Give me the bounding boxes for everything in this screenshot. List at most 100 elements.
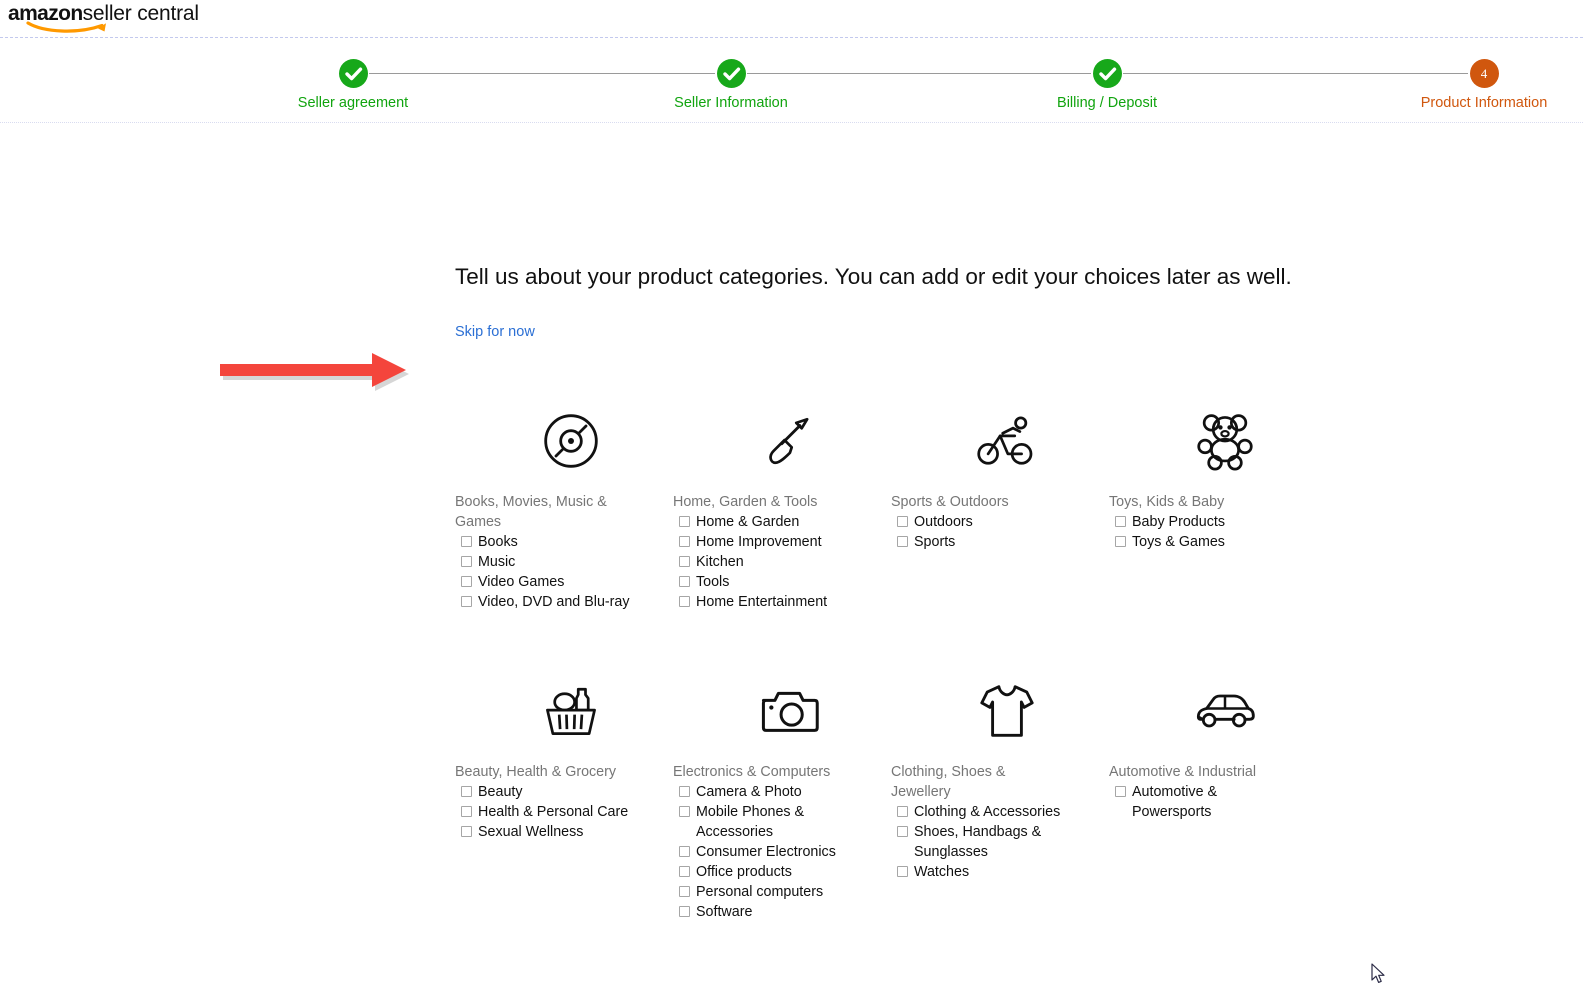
step-label: Product Information: [1369, 95, 1583, 112]
subcategory-label[interactable]: Clothing & Accessories: [914, 802, 1060, 822]
subcategory-checkbox[interactable]: [897, 536, 908, 547]
subcategory-item[interactable]: Tools: [679, 572, 891, 592]
subcategory-label[interactable]: Music: [478, 552, 515, 572]
category-column: Beauty, Health & GroceryBeautyHealth & P…: [455, 675, 673, 842]
subcategory-checkbox[interactable]: [679, 516, 690, 527]
subcategory-label[interactable]: Home & Garden: [696, 512, 799, 532]
subcategory-label[interactable]: Watches: [914, 862, 969, 882]
subcategory-label[interactable]: Home Entertainment: [696, 592, 827, 612]
subcategory-item[interactable]: Video, DVD and Blu-ray: [461, 592, 673, 612]
subcategory-checkbox[interactable]: [679, 866, 690, 877]
stepper-step-3[interactable]: Billing / Deposit: [992, 59, 1222, 112]
subcategory-item[interactable]: Toys & Games: [1115, 532, 1327, 552]
subcategory-item[interactable]: Home Entertainment: [679, 592, 891, 612]
category-subcategory-list: OutdoorsSports: [891, 512, 1109, 552]
subcategory-label[interactable]: Camera & Photo: [696, 782, 802, 802]
subcategory-checkbox[interactable]: [679, 576, 690, 587]
subcategory-item[interactable]: Consumer Electronics: [679, 842, 891, 862]
subcategory-item[interactable]: Beauty: [461, 782, 673, 802]
skip-for-now-link[interactable]: Skip for now: [455, 323, 535, 341]
subcategory-checkbox[interactable]: [1115, 786, 1126, 797]
subcategory-checkbox[interactable]: [461, 826, 472, 837]
subcategory-checkbox[interactable]: [679, 786, 690, 797]
subcategory-label[interactable]: Tools: [696, 572, 729, 592]
subcategory-checkbox[interactable]: [461, 576, 472, 587]
subcategory-item[interactable]: Sexual Wellness: [461, 822, 673, 842]
category-row: Beauty, Health & GroceryBeautyHealth & P…: [455, 675, 1375, 922]
subcategory-item[interactable]: Health & Personal Care: [461, 802, 673, 822]
subcategory-checkbox[interactable]: [461, 806, 472, 817]
subcategory-label[interactable]: Beauty: [478, 782, 523, 802]
subcategory-label[interactable]: Automotive & Powersports: [1132, 782, 1292, 822]
subcategory-label[interactable]: Mobile Phones & Accessories: [696, 802, 856, 842]
subcategory-item[interactable]: Baby Products: [1115, 512, 1327, 532]
subcategory-item[interactable]: Automotive & Powersports: [1115, 782, 1327, 822]
subcategory-checkbox[interactable]: [897, 866, 908, 877]
subcategory-item[interactable]: Clothing & Accessories: [897, 802, 1109, 822]
subcategory-checkbox[interactable]: [461, 596, 472, 607]
subcategory-label[interactable]: Video, DVD and Blu-ray: [478, 592, 630, 612]
subcategory-item[interactable]: Shoes, Handbags & Sunglasses: [897, 822, 1109, 862]
category-subcategory-list: Baby ProductsToys & Games: [1109, 512, 1327, 552]
subcategory-checkbox[interactable]: [1115, 536, 1126, 547]
subcategory-item[interactable]: Office products: [679, 862, 891, 882]
category-title: Clothing, Shoes & Jewellery: [891, 762, 1061, 802]
subcategory-checkbox[interactable]: [679, 886, 690, 897]
subcategory-label[interactable]: Software: [696, 902, 752, 922]
subcategory-checkbox[interactable]: [461, 786, 472, 797]
subcategory-checkbox[interactable]: [679, 536, 690, 547]
subcategory-label[interactable]: Home Improvement: [696, 532, 822, 552]
subcategory-item[interactable]: Sports: [897, 532, 1109, 552]
subcategory-item[interactable]: Home & Garden: [679, 512, 891, 532]
subcategory-checkbox[interactable]: [897, 806, 908, 817]
category-title: Automotive & Industrial: [1109, 762, 1279, 782]
subcategory-label[interactable]: Shoes, Handbags & Sunglasses: [914, 822, 1074, 862]
stepper-step-2[interactable]: Seller Information: [616, 59, 846, 112]
subcategory-label[interactable]: Video Games: [478, 572, 564, 592]
product-category-grid: Books, Movies, Music & GamesBooksMusicVi…: [455, 405, 1375, 922]
subcategory-checkbox[interactable]: [897, 516, 908, 527]
subcategory-checkbox[interactable]: [679, 846, 690, 857]
subcategory-label[interactable]: Outdoors: [914, 512, 973, 532]
subcategory-label[interactable]: Sports: [914, 532, 955, 552]
subcategory-checkbox[interactable]: [1115, 516, 1126, 527]
category-column: Electronics & ComputersCamera & PhotoMob…: [673, 675, 891, 922]
subcategory-checkbox[interactable]: [679, 806, 690, 817]
subcategory-checkbox[interactable]: [461, 556, 472, 567]
stepper-step-4[interactable]: 4Product Information: [1369, 59, 1583, 112]
shovel-icon: [673, 405, 891, 477]
subcategory-item[interactable]: Video Games: [461, 572, 673, 592]
subcategory-label[interactable]: Consumer Electronics: [696, 842, 836, 862]
subcategory-item[interactable]: Mobile Phones & Accessories: [679, 802, 891, 842]
subcategory-label[interactable]: Health & Personal Care: [478, 802, 628, 822]
subcategory-item[interactable]: Personal computers: [679, 882, 891, 902]
subcategory-checkbox[interactable]: [897, 826, 908, 837]
subcategory-label[interactable]: Kitchen: [696, 552, 744, 572]
subcategory-checkbox[interactable]: [679, 556, 690, 567]
subcategory-item[interactable]: Home Improvement: [679, 532, 891, 552]
subcategory-label[interactable]: Sexual Wellness: [478, 822, 583, 842]
amazon-seller-central-logo[interactable]: amazonseller central: [8, 2, 208, 34]
category-title: Beauty, Health & Grocery: [455, 762, 625, 782]
subcategory-item[interactable]: Software: [679, 902, 891, 922]
subcategory-item[interactable]: Watches: [897, 862, 1109, 882]
stepper-step-1[interactable]: Seller agreement: [238, 59, 468, 112]
subcategory-item[interactable]: Music: [461, 552, 673, 572]
subcategory-label[interactable]: Books: [478, 532, 518, 552]
category-subcategory-list: BooksMusicVideo GamesVideo, DVD and Blu-…: [455, 532, 673, 612]
subcategory-item[interactable]: Books: [461, 532, 673, 552]
category-column: Books, Movies, Music & GamesBooksMusicVi…: [455, 405, 673, 612]
subcategory-checkbox[interactable]: [461, 536, 472, 547]
subcategory-label[interactable]: Personal computers: [696, 882, 823, 902]
subcategory-item[interactable]: Kitchen: [679, 552, 891, 572]
subcategory-item[interactable]: Outdoors: [897, 512, 1109, 532]
subcategory-label[interactable]: Office products: [696, 862, 792, 882]
subcategory-checkbox[interactable]: [679, 906, 690, 917]
subcategory-label[interactable]: Toys & Games: [1132, 532, 1225, 552]
subcategory-item[interactable]: Camera & Photo: [679, 782, 891, 802]
subcategory-checkbox[interactable]: [679, 596, 690, 607]
category-subcategory-list: Camera & PhotoMobile Phones & Accessorie…: [673, 782, 891, 922]
subcategory-label[interactable]: Baby Products: [1132, 512, 1225, 532]
category-title: Sports & Outdoors: [891, 492, 1061, 512]
mouse-cursor-icon: [1371, 963, 1387, 985]
